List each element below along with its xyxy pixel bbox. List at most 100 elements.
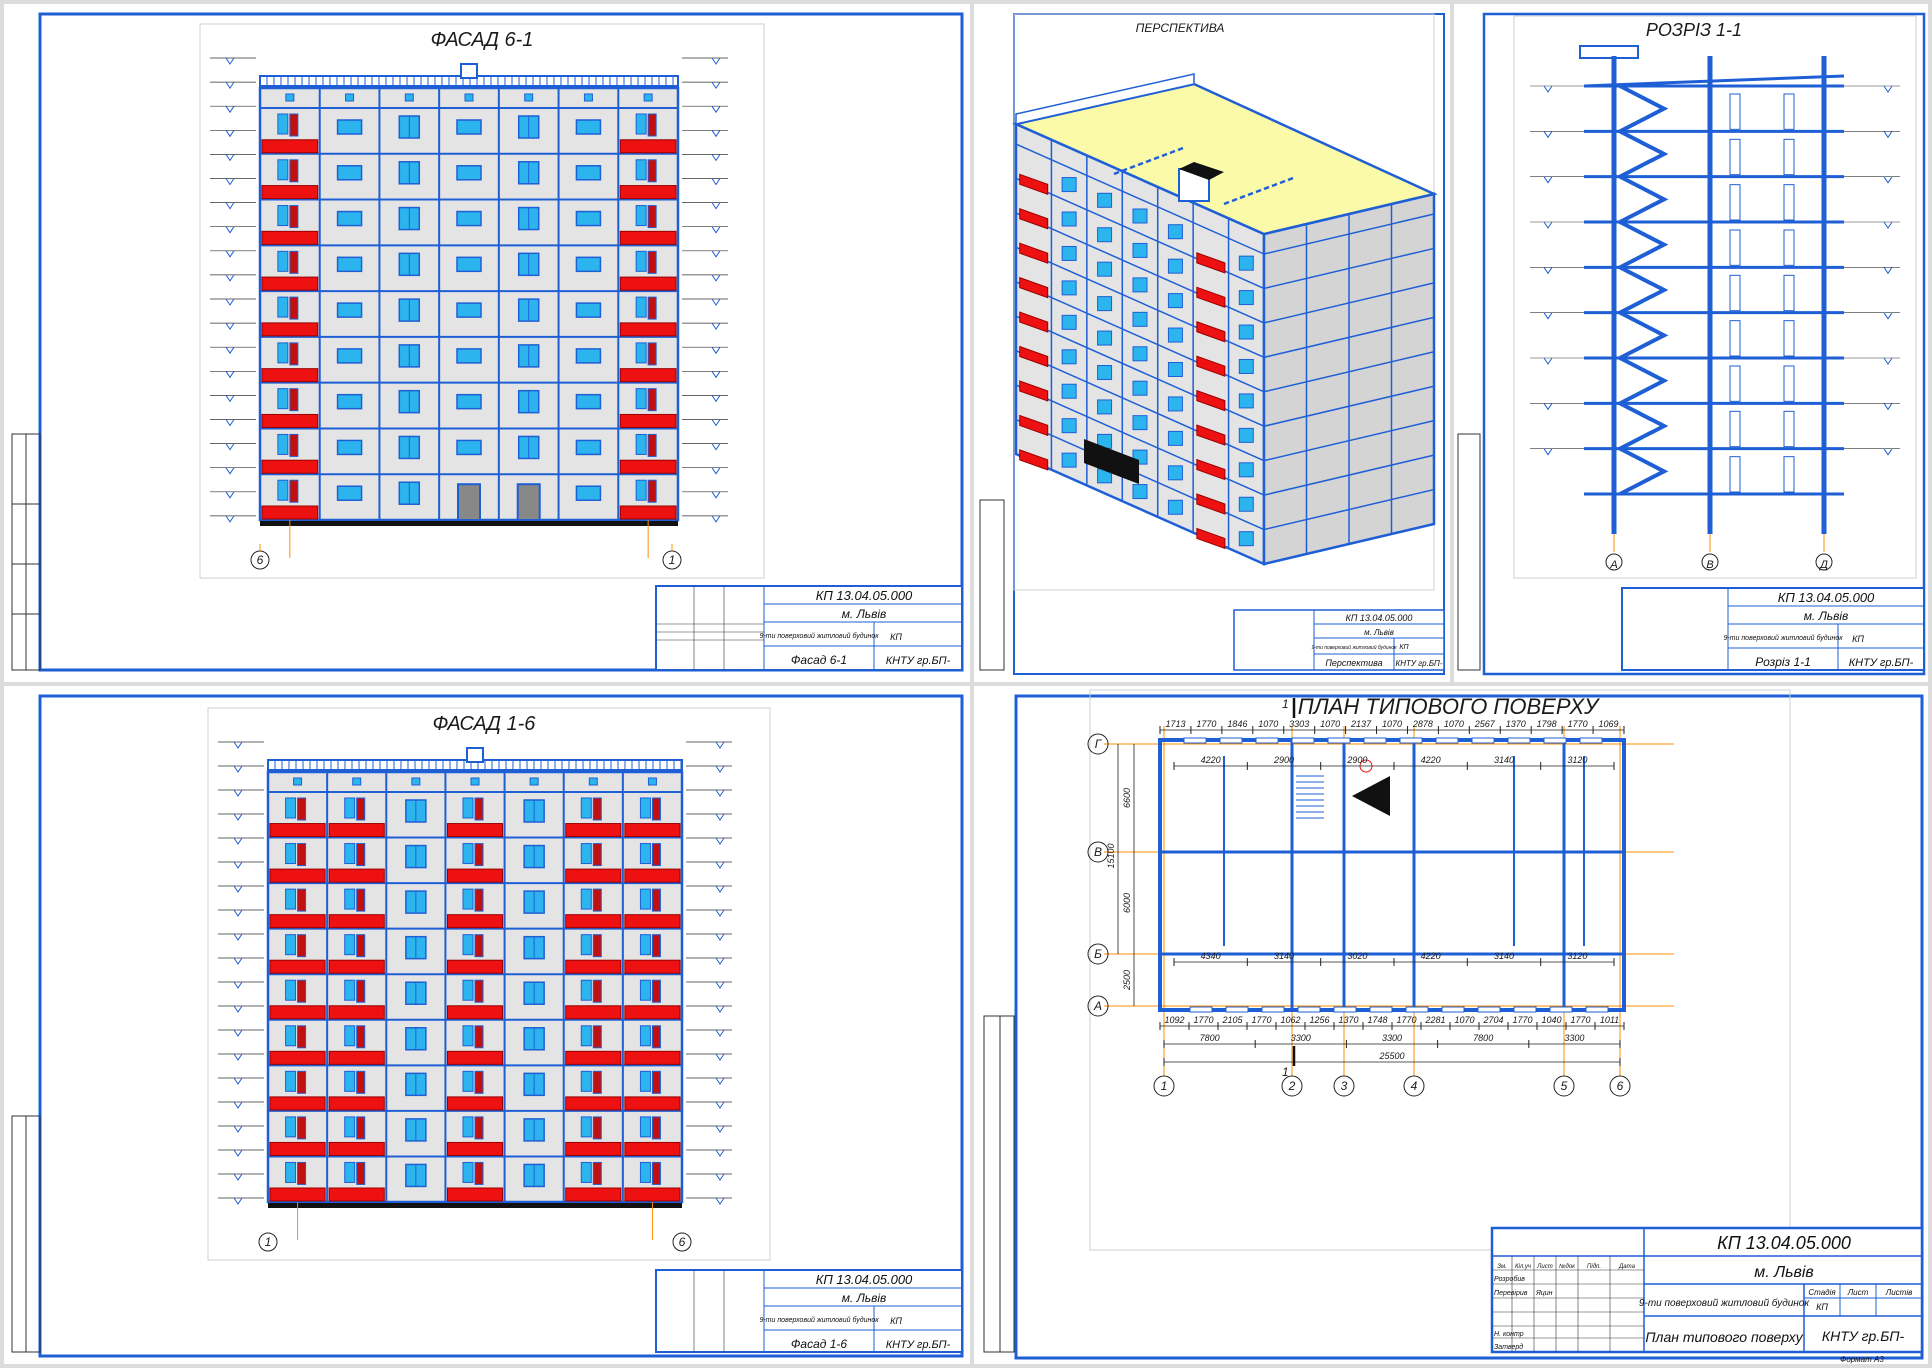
door-opening <box>1729 320 1741 357</box>
section-cut-label: 1 <box>1282 1065 1289 1079</box>
staircase <box>1615 84 1669 496</box>
door-opening <box>1729 93 1741 130</box>
dimension-label: 1069 <box>1599 719 1619 729</box>
dimension-label: 1070 <box>1382 719 1402 729</box>
elevation-mark <box>715 1029 725 1037</box>
elevation-mark <box>715 957 725 965</box>
elevation-mark <box>225 81 235 90</box>
stamp-checker: Яцин <box>1535 1290 1553 1297</box>
perspective-drawing: ПЕРСПЕКТИВА КП 13.04.05.000 м. Львів 9-т… <box>979 13 1445 675</box>
stamp-building: 9-ти поверховий житловий будинок <box>759 1316 879 1324</box>
balcony <box>269 868 326 883</box>
window <box>336 485 363 501</box>
elevation-mark <box>225 178 235 186</box>
balcony-door <box>297 797 307 821</box>
window <box>456 393 482 410</box>
window <box>462 797 474 819</box>
balcony <box>261 459 319 474</box>
window <box>462 888 474 910</box>
stamp-code: КП 13.04.05.000 <box>816 1272 913 1287</box>
window <box>277 205 289 227</box>
balcony-door <box>647 205 657 229</box>
window <box>336 348 363 364</box>
balcony <box>446 959 504 974</box>
window <box>344 843 356 865</box>
balcony <box>328 1096 385 1111</box>
door-opening <box>1783 410 1795 448</box>
elevation-mark <box>233 789 243 797</box>
dimension-label: 3300 <box>1291 1033 1311 1043</box>
col-axis-label: 1 <box>1161 1079 1168 1093</box>
dimension-label: 3140 <box>1274 951 1294 961</box>
window <box>1061 211 1077 227</box>
balcony-door <box>651 843 661 867</box>
window <box>635 205 647 227</box>
window <box>285 1025 297 1047</box>
door-opening <box>1783 184 1795 221</box>
dimension-label: 1070 <box>1258 719 1278 729</box>
facade-6-1-stamp: КП 13.04.05.000 м. Львів 9-ти поверховий… <box>655 585 963 671</box>
balcony <box>624 1005 681 1020</box>
elevation-mark <box>1543 448 1553 456</box>
dimension-label: 1770 <box>1196 719 1216 729</box>
dimension-label: 2704 <box>1482 1015 1503 1025</box>
elevation-mark <box>233 837 243 845</box>
window <box>635 342 647 364</box>
elevation-mark <box>1883 176 1893 184</box>
window <box>575 119 602 135</box>
window <box>285 843 297 865</box>
balcony <box>446 1005 504 1020</box>
window <box>1167 293 1183 309</box>
stamp-format: Формат А3 <box>1840 1355 1884 1364</box>
elevation-mark <box>233 1053 243 1061</box>
plan-stamp: Зм. Кіл.уч Лист №док Підп. Дата Розробив… <box>1490 1226 1924 1354</box>
elevation-mark <box>1543 403 1553 411</box>
balcony-door <box>651 1070 661 1094</box>
dimension-label: 1070 <box>1320 719 1340 729</box>
window-opening <box>1363 737 1387 744</box>
window <box>336 210 363 227</box>
elevation-mark <box>711 515 721 523</box>
window <box>1061 418 1077 434</box>
window <box>635 113 647 135</box>
dimension-label: 2900 <box>1273 755 1294 765</box>
elevation-mark <box>715 1005 725 1013</box>
elevation-mark <box>711 130 721 138</box>
attic-vent <box>404 93 414 102</box>
window <box>1167 396 1183 412</box>
elevation-mark <box>715 1197 725 1205</box>
balcony-door <box>651 797 661 821</box>
section-title: РОЗРІЗ 1-1 <box>1646 20 1742 40</box>
balcony <box>261 230 319 245</box>
window <box>639 1161 651 1183</box>
dimension-label: 6600 <box>1122 788 1132 808</box>
dimension-label: 1770 <box>1570 1015 1590 1025</box>
elevation-mark <box>711 274 721 282</box>
elevation-mark <box>715 741 725 749</box>
balcony <box>261 368 319 383</box>
stamp-stage-header: Стадія <box>1808 1288 1836 1297</box>
dimension-label: 1770 <box>1193 1015 1213 1025</box>
elevation-mark <box>1543 312 1553 320</box>
window <box>635 159 647 181</box>
balcony <box>624 1050 681 1065</box>
window <box>1167 327 1183 343</box>
window <box>635 250 647 272</box>
window <box>1097 261 1113 277</box>
balcony <box>619 185 677 200</box>
window <box>336 256 363 273</box>
window <box>1097 365 1113 381</box>
balcony-door <box>592 1070 602 1094</box>
balcony <box>269 1005 326 1020</box>
window <box>336 165 363 181</box>
perspective-title: ПЕРСПЕКТИВА <box>1136 21 1225 35</box>
facade-6-1-drawing: ФАСАД 6-1 6 1 КП 13.04.05.000 м. Львів 9… <box>11 12 964 672</box>
window <box>285 934 297 956</box>
window <box>1097 330 1113 346</box>
window-opening <box>1399 737 1423 744</box>
elevation-mark <box>1883 403 1893 411</box>
balcony-door <box>297 979 307 1003</box>
window-opening <box>1579 737 1603 744</box>
window <box>1061 452 1077 468</box>
balcony <box>624 823 681 838</box>
